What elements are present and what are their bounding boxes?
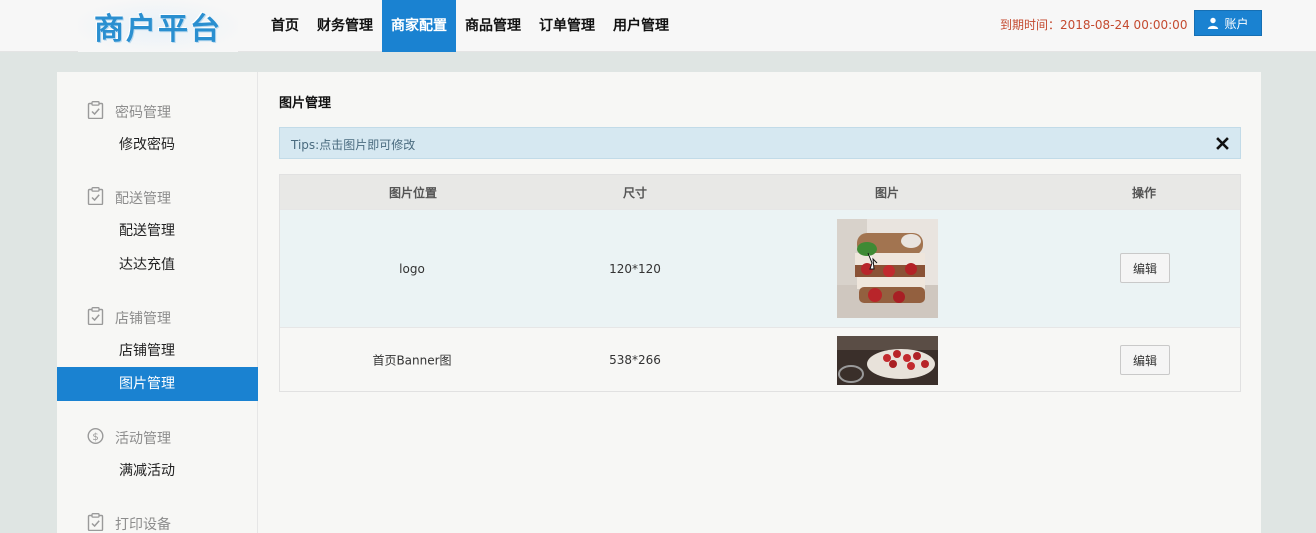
sidebar-group-label: 活动管理 (115, 431, 171, 447)
user-icon (1208, 17, 1219, 29)
column-header-position: 图片位置 (388, 186, 438, 200)
edit-button[interactable]: 编辑 (1120, 345, 1170, 375)
brand-logo[interactable]: 商户平台 (78, 0, 238, 52)
cake-banner-image (837, 336, 938, 385)
cake-image (837, 219, 938, 318)
nav-item-merchant-config[interactable]: 商家配置 (382, 0, 456, 52)
sidebar-group-store: 店铺管理 (57, 306, 258, 327)
sidebar-item-dada-recharge[interactable]: 达达充值 (57, 248, 258, 282)
sidebar-group-delivery: 配送管理 (57, 186, 258, 207)
sidebar-group-label: 密码管理 (115, 105, 171, 121)
table-row: logo 120*120 编辑 (280, 209, 1240, 327)
image-table: 图片位置 尺寸 图片 操作 logo 120*120 编辑 首页Banner图 … (279, 174, 1241, 392)
sidebar-group-label: 打印设备 (115, 517, 171, 533)
clipboard-check-icon (87, 101, 104, 119)
sidebar-item-image-manage[interactable]: 图片管理 (57, 367, 258, 401)
logo-image-thumbnail[interactable] (837, 219, 938, 318)
clipboard-check-icon (87, 307, 104, 325)
banner-image-thumbnail[interactable] (837, 336, 938, 385)
edit-button[interactable]: 编辑 (1120, 253, 1170, 283)
dollar-circle-icon: $ (87, 427, 104, 445)
clipboard-check-icon (87, 187, 104, 205)
column-header-image: 图片 (874, 186, 900, 200)
sidebar-item-delivery-manage[interactable]: 配送管理 (57, 214, 258, 248)
nav-item-finance[interactable]: 财务管理 (308, 0, 382, 52)
account-button-label: 账户 (1224, 16, 1249, 31)
tips-text: Tips:点击图片即可修改 (291, 138, 416, 152)
svg-text:$: $ (92, 432, 98, 443)
table-header: 图片位置 尺寸 图片 操作 (280, 175, 1240, 209)
account-button[interactable]: 账户 (1194, 10, 1262, 36)
main-nav: 首页 财务管理 商家配置 商品管理 订单管理 用户管理 (262, 0, 678, 52)
brand-logo-text: 商户平台 (94, 12, 222, 47)
clipboard-check-icon (87, 513, 104, 531)
cell-position: logo (399, 261, 425, 276)
column-header-action: 操作 (1131, 186, 1157, 200)
cell-position: 首页Banner图 (372, 353, 452, 367)
sidebar-group-label: 配送管理 (115, 191, 171, 207)
nav-item-products[interactable]: 商品管理 (456, 0, 530, 52)
sidebar-group-password: 密码管理 (57, 100, 258, 121)
cell-size: 120*120 (609, 261, 661, 276)
main-panel: 密码管理 修改密码 配送管理 配送管理 达达充值 店铺管理 店铺管理 图片管理 … (57, 72, 1261, 533)
table-row: 首页Banner图 538*266 编辑 (280, 327, 1240, 391)
sidebar-group-printer: 打印设备 (57, 512, 258, 533)
nav-item-orders[interactable]: 订单管理 (530, 0, 604, 52)
sidebar-item-discount-activity[interactable]: 满减活动 (57, 454, 258, 488)
top-header: 商户平台 首页 财务管理 商家配置 商品管理 订单管理 用户管理 到期时间：20… (0, 0, 1316, 52)
nav-item-users[interactable]: 用户管理 (604, 0, 678, 52)
sidebar-item-change-password[interactable]: 修改密码 (57, 128, 258, 162)
page-title: 图片管理 (279, 96, 332, 111)
column-header-size: 尺寸 (622, 186, 648, 200)
nav-item-home[interactable]: 首页 (262, 0, 308, 52)
sidebar-group-label: 店铺管理 (115, 311, 171, 327)
sidebar: 密码管理 修改密码 配送管理 配送管理 达达充值 店铺管理 店铺管理 图片管理 … (57, 72, 258, 533)
tips-alert: Tips:点击图片即可修改 (279, 127, 1241, 159)
cell-size: 538*266 (609, 352, 661, 367)
sidebar-group-activity: $ 活动管理 (57, 426, 258, 447)
expire-time: 到期时间：2018-08-24 00:00:00 (1000, 18, 1188, 32)
close-icon[interactable] (1216, 137, 1229, 150)
sidebar-item-store-manage[interactable]: 店铺管理 (57, 334, 258, 368)
